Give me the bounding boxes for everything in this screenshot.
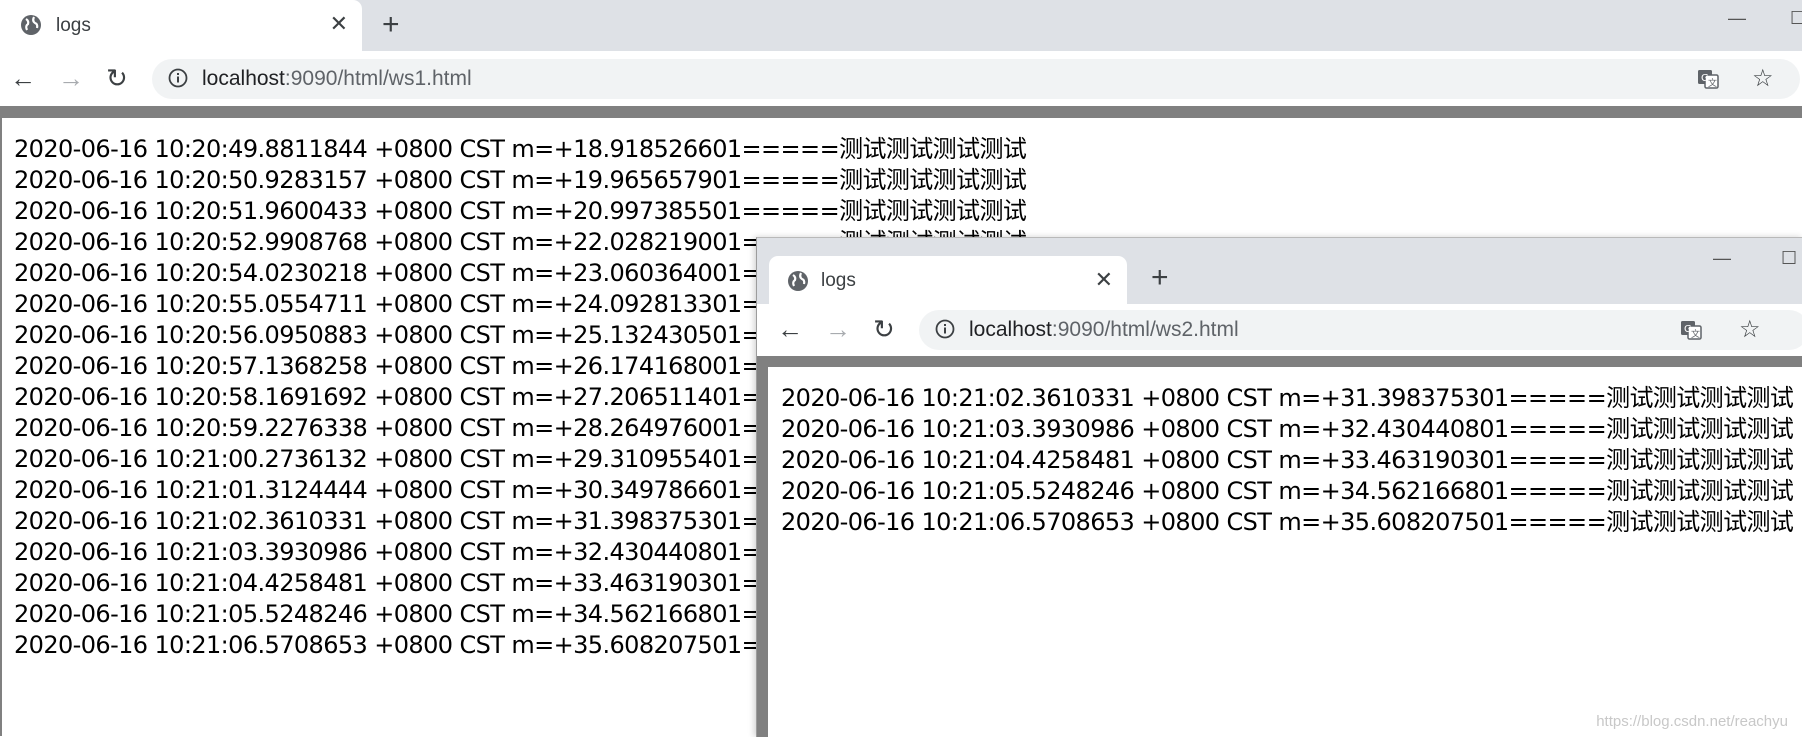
browser-window-ws2: logs ✕ + — ☐ ← → ↻ localhost:9090/html/w… [756, 237, 1802, 737]
forward-button[interactable]: → [825, 316, 851, 342]
log-line: 2020-06-16 10:20:49.8811844 +0800 CST m=… [14, 135, 1027, 163]
tab-close-icon[interactable]: ✕ [330, 13, 348, 35]
tab-strip: logs ✕ + — ☐ [0, 0, 1802, 51]
tab-close-icon[interactable]: ✕ [1095, 269, 1113, 291]
info-icon[interactable] [935, 319, 955, 339]
url-text[interactable]: localhost:9090/html/ws1.html [202, 67, 472, 91]
toolbar: ← → ↻ localhost:9090/html/ws2.html G 文 ☆ [757, 304, 1802, 356]
forward-button[interactable]: → [58, 65, 84, 91]
tab-logs[interactable]: logs ✕ [0, 0, 362, 51]
address-bar[interactable]: localhost:9090/html/ws1.html G 文 ☆ [152, 59, 1800, 99]
tab-title: logs [821, 270, 856, 291]
log-list: 2020-06-16 10:21:02.3610331 +0800 CST m=… [781, 383, 1794, 538]
maximize-button[interactable]: ☐ [1790, 8, 1802, 29]
bookmark-star-icon[interactable]: ☆ [1739, 315, 1761, 344]
back-button[interactable]: ← [777, 316, 803, 342]
globe-icon [788, 271, 808, 291]
log-line: 2020-06-16 10:21:06.5708653 +0800 CST m=… [781, 508, 1794, 536]
url-path: :9090/html/ws1.html [284, 67, 472, 90]
tab-title: logs [56, 15, 91, 36]
tab-logs[interactable]: logs ✕ [769, 256, 1127, 304]
watermark-text: https://blog.csdn.net/reachyu [1596, 713, 1788, 730]
reload-button[interactable]: ↻ [106, 65, 128, 91]
log-line: 2020-06-16 10:21:03.3930986 +0800 CST m=… [781, 415, 1794, 443]
page-frame-border [757, 356, 1802, 367]
bookmark-star-icon[interactable]: ☆ [1752, 64, 1774, 93]
maximize-button[interactable]: ☐ [1781, 248, 1797, 269]
minimize-button[interactable]: — [1728, 8, 1746, 29]
minimize-button[interactable]: — [1713, 248, 1731, 269]
translate-icon[interactable]: G 文 [1679, 318, 1703, 342]
log-line: 2020-06-16 10:21:05.5248246 +0800 CST m=… [781, 477, 1794, 505]
svg-text:文: 文 [1708, 77, 1717, 89]
log-line: 2020-06-16 10:21:02.3610331 +0800 CST m=… [781, 384, 1794, 412]
page-frame-border [0, 106, 1802, 118]
log-line: 2020-06-16 10:20:51.9600433 +0800 CST m=… [14, 197, 1027, 225]
url-host: localhost [202, 67, 285, 90]
log-line: 2020-06-16 10:21:04.4258481 +0800 CST m=… [781, 446, 1794, 474]
url-text[interactable]: localhost:9090/html/ws2.html [969, 318, 1239, 342]
new-tab-button[interactable]: + [1151, 263, 1169, 293]
globe-icon [21, 15, 41, 35]
url-path: :9090/html/ws2.html [1051, 318, 1239, 341]
new-tab-button[interactable]: + [382, 10, 400, 40]
log-line: 2020-06-16 10:20:50.9283157 +0800 CST m=… [14, 166, 1027, 194]
info-icon[interactable] [168, 68, 188, 88]
reload-button[interactable]: ↻ [873, 316, 895, 342]
svg-text:文: 文 [1691, 328, 1700, 340]
back-button[interactable]: ← [10, 65, 36, 91]
tab-strip: logs ✕ + — ☐ [757, 238, 1802, 304]
toolbar: ← → ↻ localhost:9090/html/ws1.html G 文 ☆ [0, 51, 1802, 106]
url-host: localhost [969, 318, 1052, 341]
translate-icon[interactable]: G 文 [1696, 67, 1720, 91]
page-content: 2020-06-16 10:21:02.3610331 +0800 CST m=… [757, 367, 1802, 737]
address-bar[interactable]: localhost:9090/html/ws2.html G 文 ☆ [919, 310, 1802, 350]
